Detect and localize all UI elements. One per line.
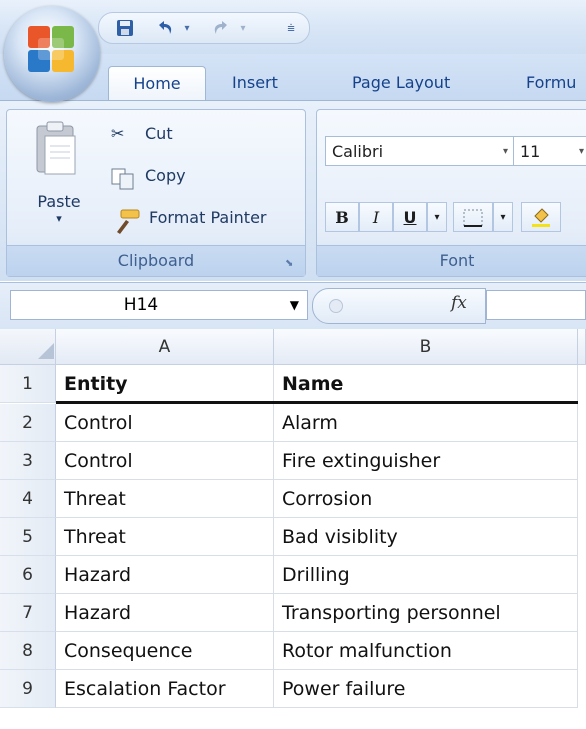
font-size-value: 11 [520,142,541,161]
cell-a6[interactable]: Hazard [56,556,274,594]
row-header[interactable]: 2 [0,404,56,442]
font-group: Calibri ▾ 11 ▾ B I U ▾ ▾ Font [316,109,586,277]
cell-b7[interactable]: Transporting personnel [274,594,578,632]
chevron-down-icon[interactable]: ▾ [503,137,508,167]
expand-icon[interactable] [329,299,343,313]
row-header[interactable]: 8 [0,632,56,670]
cell-a5[interactable]: Threat [56,518,274,556]
row-header[interactable]: 7 [0,594,56,632]
cell-b5[interactable]: Bad visiblity [274,518,578,556]
borders-icon [463,209,483,227]
table-row: 2 Control Alarm [0,404,586,442]
customize-toolbar-icon[interactable]: ⩧ [283,17,299,39]
column-header-b[interactable]: B [274,329,578,365]
row-header[interactable]: 6 [0,556,56,594]
chevron-down-icon[interactable]: ▼ [290,291,299,319]
format-painter-button[interactable]: Format Painter [111,206,303,234]
redo-dropdown-icon[interactable]: ▾ [237,17,249,39]
office-button[interactable] [4,6,100,102]
undo-dropdown-icon[interactable]: ▾ [181,17,193,39]
tab-insert[interactable]: Insert [232,66,302,100]
excel-window: ▾ ▾ ⩧ Home Insert Page Layout Formu Past… [0,0,586,729]
cell-a4[interactable]: Threat [56,480,274,518]
font-group-label: Font [317,245,586,276]
table-row: 9 Escalation Factor Power failure [0,670,586,708]
table-row: 3 Control Fire extinguisher [0,442,586,480]
clipboard-dialog-launcher-icon[interactable]: ⬊ [285,258,297,270]
fill-color-button[interactable] [521,202,561,232]
column-header-c[interactable] [578,329,586,365]
underline-dropdown-icon[interactable]: ▾ [427,202,447,232]
select-all-corner[interactable] [0,329,56,365]
table-row: 4 Threat Corrosion [0,480,586,518]
table-row: 6 Hazard Drilling [0,556,586,594]
formula-controls: fx [312,288,486,324]
paste-icon [36,121,76,175]
table-row: 8 Consequence Rotor malfunction [0,632,586,670]
cell-b3[interactable]: Fire extinguisher [274,442,578,480]
row-header[interactable]: 4 [0,480,56,518]
cell-b6[interactable]: Drilling [274,556,578,594]
paste-dropdown-icon[interactable]: ▾ [25,212,93,225]
cell-b1[interactable]: Name [274,365,578,403]
font-name-value: Calibri [332,142,384,161]
row-header[interactable]: 3 [0,442,56,480]
cut-button[interactable]: ✂ Cut [111,122,231,150]
clipboard-group: Paste ▾ ✂ Cut Copy Format Painter Clipbo… [6,109,306,277]
undo-icon[interactable] [151,17,179,39]
clipboard-group-label: Clipboard [7,245,305,276]
underline-button[interactable]: U [393,202,427,232]
cell-a9[interactable]: Escalation Factor [56,670,274,708]
formula-bar: H14 ▼ fx [0,282,586,330]
cell-a8[interactable]: Consequence [56,632,274,670]
cell-a7[interactable]: Hazard [56,594,274,632]
column-header-a[interactable]: A [56,329,274,365]
borders-dropdown-icon[interactable]: ▾ [493,202,513,232]
cell-b4[interactable]: Corrosion [274,480,578,518]
tab-formulas[interactable]: Formu [526,66,586,100]
cell-b9[interactable]: Power failure [274,670,578,708]
cut-label: Cut [145,124,173,143]
spreadsheet-grid: A B 1 Entity Name 2 Control Alarm 3 Cont… [0,329,586,729]
copy-label: Copy [145,166,186,185]
save-icon[interactable] [113,17,137,39]
cell-a2[interactable]: Control [56,404,274,442]
fill-bucket-icon [532,208,550,227]
office-logo-icon [28,26,74,72]
table-row: 7 Hazard Transporting personnel [0,594,586,632]
row-header[interactable]: 5 [0,518,56,556]
formula-input[interactable] [486,290,586,320]
ribbon: Paste ▾ ✂ Cut Copy Format Painter Clipbo… [0,100,586,281]
row-header[interactable]: 1 [0,365,56,403]
cell-b2[interactable]: Alarm [274,404,578,442]
copy-icon [111,168,134,190]
bold-button[interactable]: B [325,202,359,232]
format-painter-label: Format Painter [149,208,267,227]
font-size-combo[interactable]: 11 ▾ [513,136,586,166]
redo-icon[interactable] [207,17,235,39]
cell-b8[interactable]: Rotor malfunction [274,632,578,670]
row-header[interactable]: 9 [0,670,56,708]
font-name-combo[interactable]: Calibri ▾ [325,136,515,166]
paste-button[interactable]: Paste ▾ [25,116,93,236]
copy-button[interactable]: Copy [111,164,231,192]
paste-label: Paste [37,192,81,211]
table-row: 1 Entity Name [0,365,586,403]
format-painter-icon [117,209,140,234]
tab-page-layout[interactable]: Page Layout [352,66,482,100]
quick-access-toolbar: ▾ ▾ ⩧ [98,12,310,44]
scissors-icon: ✂ [111,124,125,143]
insert-function-icon[interactable]: fx [451,293,467,313]
chevron-down-icon[interactable]: ▾ [579,137,584,167]
name-box[interactable]: H14 ▼ [10,290,308,320]
tab-home[interactable]: Home [108,66,206,101]
table-row: 5 Threat Bad visiblity [0,518,586,556]
borders-button[interactable] [453,202,493,232]
cell-a3[interactable]: Control [56,442,274,480]
cell-a1[interactable]: Entity [56,365,274,403]
name-box-value: H14 [123,295,159,315]
italic-button[interactable]: I [359,202,393,232]
